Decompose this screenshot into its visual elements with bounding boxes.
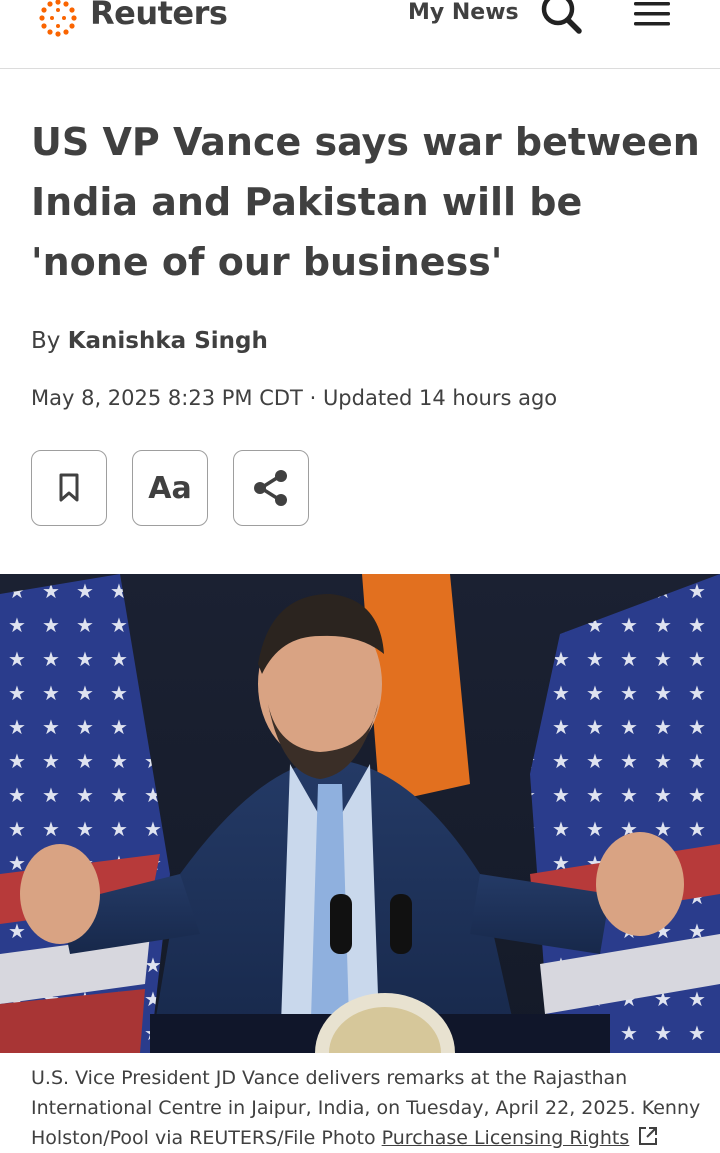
site-header: Reuters My News <box>0 0 720 69</box>
article-headline: US VP Vance says war between India and P… <box>31 120 700 284</box>
external-link-icon[interactable] <box>637 1125 659 1147</box>
text-size-button[interactable]: Aa <box>132 450 208 526</box>
date-separator: · <box>309 386 317 410</box>
my-news-link[interactable]: My News <box>408 0 519 25</box>
article-photo[interactable]: ★ <box>0 574 720 1053</box>
bookmark-button[interactable] <box>31 450 107 526</box>
author-link[interactable]: Kanishka Singh <box>68 328 268 354</box>
search-icon[interactable] <box>538 0 584 36</box>
share-icon <box>254 470 287 506</box>
bookmark-icon <box>59 473 79 502</box>
byline: By Kanishka Singh <box>31 328 268 354</box>
dateline: May 8, 2025 8:23 PM CDT · Updated 14 hou… <box>31 386 557 410</box>
byline-prefix: By <box>31 328 61 354</box>
hamburger-menu-icon[interactable] <box>630 0 674 32</box>
text-size-label: Aa <box>148 470 192 506</box>
brand-name[interactable]: Reuters <box>90 0 228 32</box>
updated-time: Updated 14 hours ago <box>322 386 558 410</box>
purchase-licensing-link[interactable]: Purchase Licensing Rights <box>382 1127 630 1149</box>
publish-date: May 8, 2025 8:23 PM CDT <box>31 386 303 410</box>
photo-caption: U.S. Vice President JD Vance delivers re… <box>31 1063 701 1153</box>
reuters-logo-icon[interactable] <box>30 0 86 42</box>
share-button[interactable] <box>233 450 309 526</box>
